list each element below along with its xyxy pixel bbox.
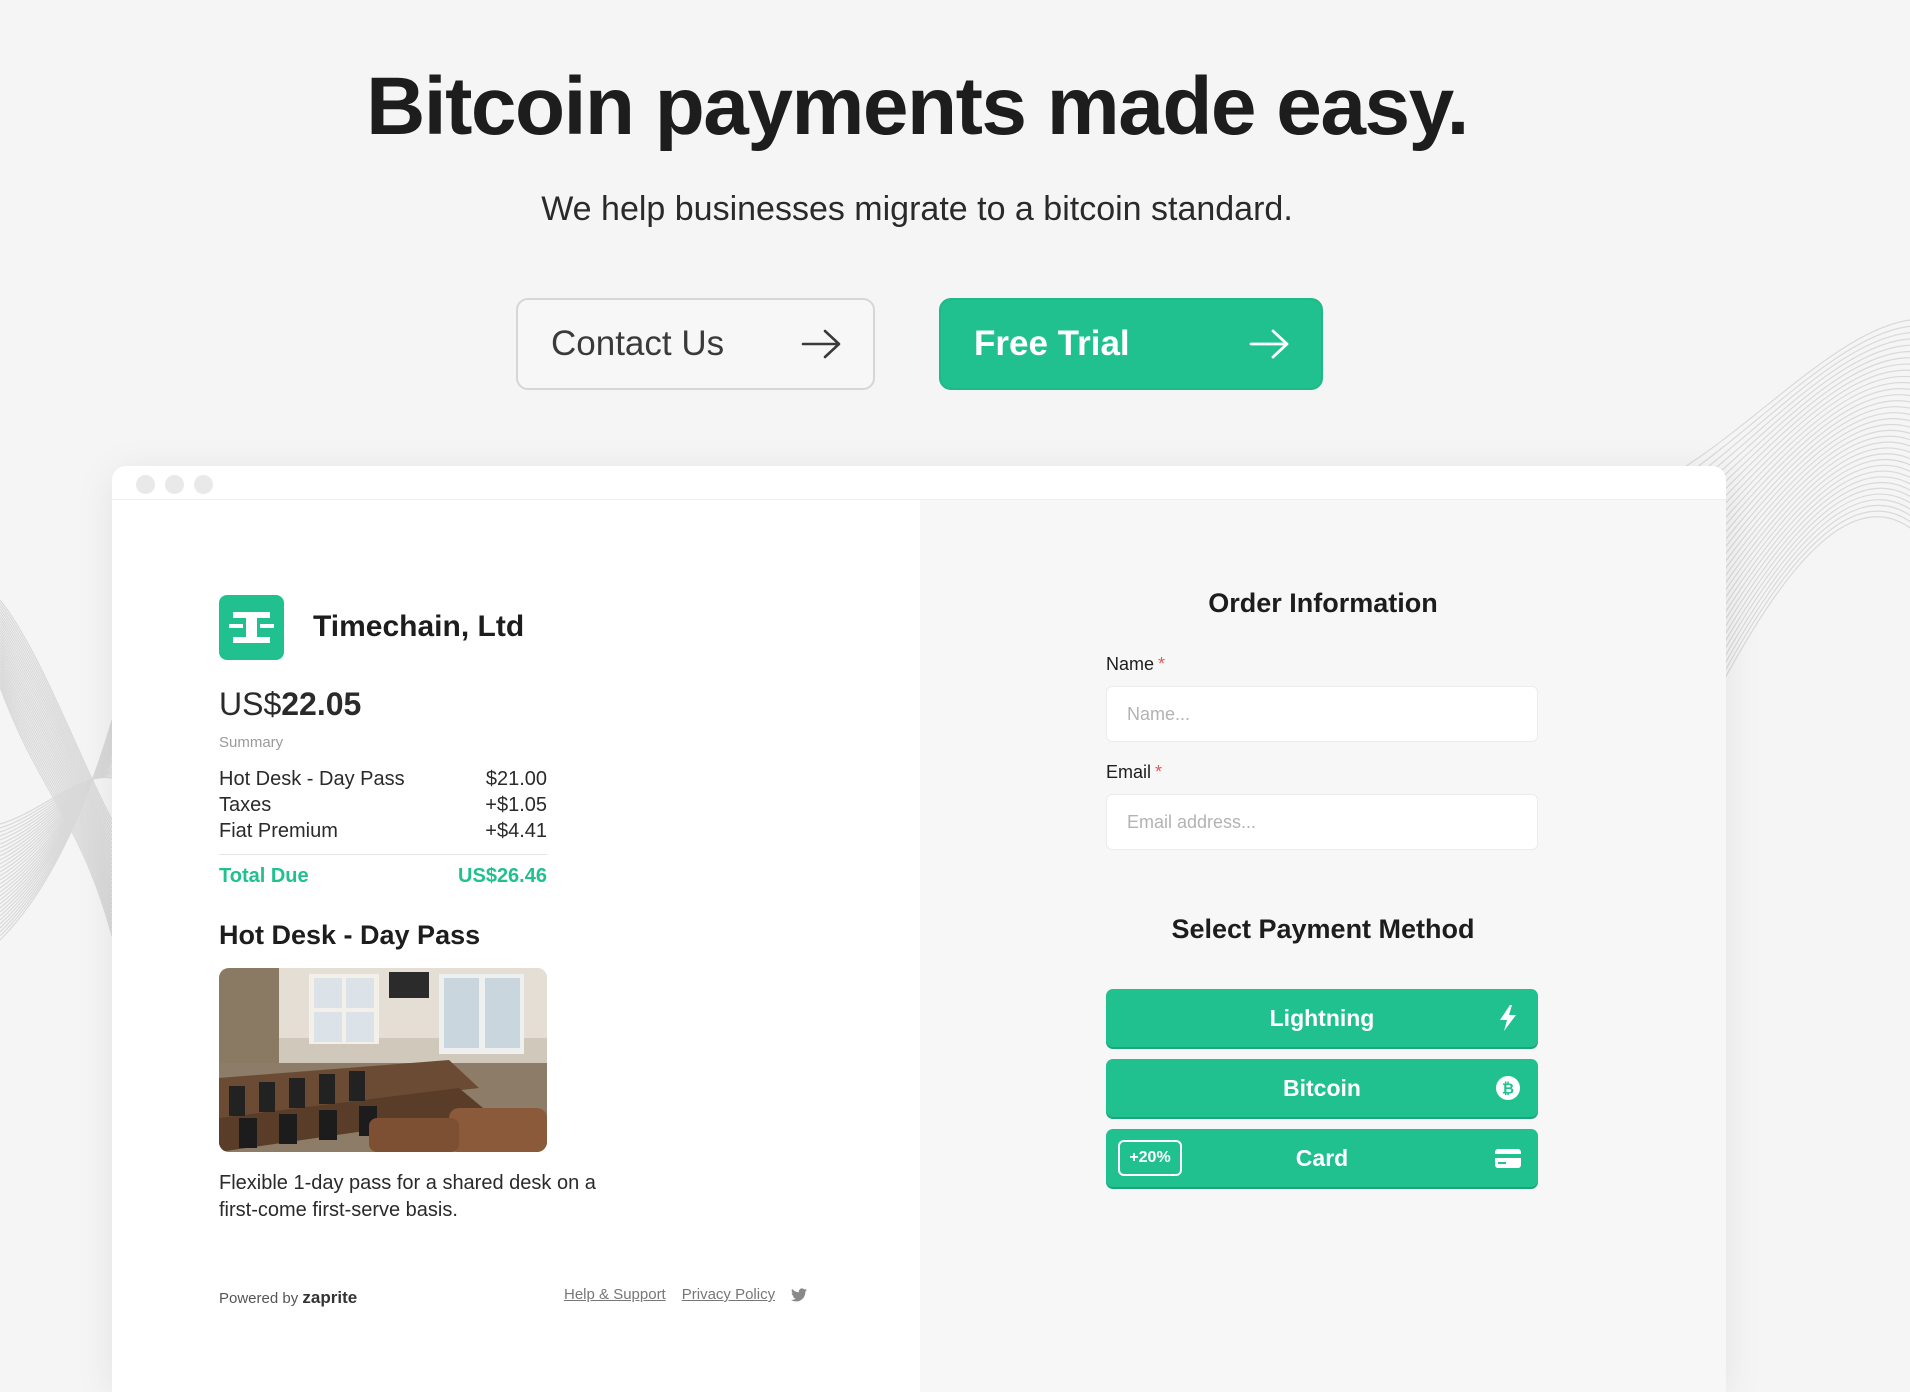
order-information-title: Order Information <box>1208 588 1438 618</box>
lightning-payment-button[interactable]: Lightning <box>1106 989 1538 1047</box>
zaprite-logo: zaprite <box>302 1288 358 1307</box>
bitcoin-icon: ₿ <box>1496 1076 1520 1100</box>
product-image <box>219 968 547 1152</box>
product-description: Flexible 1-day pass for a shared desk on… <box>219 1172 596 1221</box>
powered-by: Powered by zaprite <box>219 1288 357 1308</box>
coworking-photo-icon <box>219 968 547 1152</box>
footer-links: Help & Support Privacy Policy <box>564 1286 808 1303</box>
free-trial-button[interactable]: Free Trial <box>939 298 1323 390</box>
required-mark: * <box>1155 762 1163 782</box>
card-payment-button[interactable]: +20% Card <box>1106 1129 1538 1187</box>
line-item-name: Fiat Premium <box>219 820 338 842</box>
total-due-value: US$26.46 <box>458 865 547 887</box>
select-payment-title: Select Payment Method <box>1171 914 1475 944</box>
hero-subtitle: We help businesses migrate to a bitcoin … <box>541 190 1293 228</box>
lightning-icon <box>1500 1005 1516 1031</box>
browser-window: Timechain, Ltd US$22.05 Summary Hot Desk… <box>112 466 1726 1392</box>
name-label-text: Name <box>1106 654 1155 674</box>
checkout-summary-pane: Timechain, Ltd US$22.05 Summary Hot Desk… <box>112 500 920 1392</box>
merchant-logo <box>219 595 284 660</box>
line-item-amount: +$1.05 <box>485 794 547 816</box>
total-due-label: Total Due <box>219 865 309 887</box>
line-item-name: Taxes <box>219 794 272 816</box>
contact-us-button[interactable]: Contact Us <box>516 298 875 390</box>
hero-title: Bitcoin payments made easy. <box>366 61 1469 152</box>
required-mark: * <box>1158 654 1166 674</box>
window-dot-icon <box>165 475 184 494</box>
powered-by-label: Powered by <box>219 1290 299 1307</box>
lightning-label: Lightning <box>1269 1004 1375 1031</box>
line-item-amount: +$4.41 <box>485 820 547 842</box>
amount-value: 22.05 <box>281 686 362 722</box>
window-dot-icon <box>136 475 155 494</box>
amount-due: US$22.05 <box>219 686 361 723</box>
card-label: Card <box>1295 1144 1349 1171</box>
free-trial-label: Free Trial <box>974 324 1130 363</box>
product-title: Hot Desk - Day Pass <box>219 920 481 950</box>
bitcoin-label: Bitcoin <box>1283 1074 1361 1101</box>
email-label-text: Email <box>1106 762 1152 782</box>
arrow-right-icon <box>1249 329 1289 359</box>
privacy-policy-link[interactable]: Privacy Policy <box>682 1286 775 1303</box>
card-icon <box>1495 1149 1521 1168</box>
name-label: Name * <box>1106 654 1165 675</box>
contact-us-label: Contact Us <box>551 324 725 363</box>
bitcoin-payment-button[interactable]: Bitcoin ₿ <box>1106 1059 1538 1117</box>
merchant-name: Timechain, Ltd <box>313 610 525 643</box>
line-item-amount: $21.00 <box>485 768 547 790</box>
help-support-link[interactable]: Help & Support <box>564 1286 666 1303</box>
line-item-name: Hot Desk - Day Pass <box>219 768 405 790</box>
summary-label: Summary <box>219 734 284 751</box>
line-item: Hot Desk - Day Pass $21.00 <box>219 768 547 794</box>
line-items: Hot Desk - Day Pass $21.00 Taxes +$1.05 … <box>219 768 547 888</box>
line-item: Fiat Premium +$4.41 <box>219 820 547 846</box>
window-dot-icon <box>194 475 213 494</box>
order-form-pane: Order Information Name* Email* Select Pa… <box>920 500 1726 1392</box>
summary-divider <box>219 854 547 855</box>
email-input[interactable] <box>1106 794 1538 850</box>
card-premium-badge: +20% <box>1118 1140 1182 1176</box>
browser-titlebar <box>112 466 1726 500</box>
arrow-right-icon <box>801 329 841 359</box>
total-due-row: Total Due US$26.46 <box>219 865 547 888</box>
name-input[interactable] <box>1106 686 1538 742</box>
timechain-logo-icon <box>229 612 274 643</box>
svg-text:₿: ₿ <box>1502 1080 1514 1098</box>
line-item: Taxes +$1.05 <box>219 794 547 820</box>
twitter-icon[interactable] <box>791 1287 808 1302</box>
amount-currency: US$ <box>219 686 282 722</box>
email-label: Email * <box>1106 762 1162 783</box>
